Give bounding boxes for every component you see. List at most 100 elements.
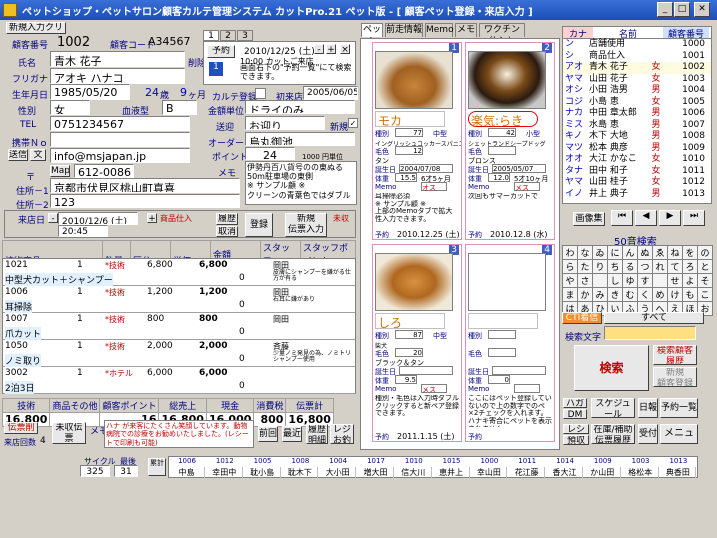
kana-key[interactable]: の (697, 245, 713, 260)
address2-field[interactable]: 123 (50, 194, 240, 208)
pet-reserve[interactable]: 2010.12.8 (水) (490, 229, 548, 240)
menu-button[interactable]: メニュー (660, 424, 698, 444)
pet-tab[interactable]: メモ (455, 23, 477, 37)
customer-code-field[interactable]: A34567 (145, 34, 195, 49)
kana-key[interactable]: む (622, 287, 638, 302)
pet-weight[interactable]: 0 (488, 375, 510, 384)
kana-key[interactable]: め (652, 287, 668, 302)
item-qty[interactable]: 1 (77, 368, 83, 378)
next-button[interactable]: ▶ (659, 210, 681, 226)
visit-next-button[interactable]: + (147, 213, 157, 223)
pet-sex[interactable]: メス (514, 182, 540, 192)
kana-key[interactable] (592, 273, 608, 288)
list-item[interactable]: マツ 松本 典彦 男 1009 (563, 143, 711, 155)
kana-key[interactable]: れ (652, 259, 668, 274)
send-select[interactable]: お迎り (245, 116, 325, 130)
kana-key[interactable]: け (667, 287, 683, 302)
total-button[interactable]: 累計 (148, 458, 166, 476)
address1-field[interactable]: 京都市伏見区桃山町真喜 (50, 178, 240, 193)
maximize-button[interactable]: □ (674, 2, 690, 17)
visit-prev-button[interactable]: - (48, 213, 58, 223)
list-item[interactable]: ナカ 中田 章太郎 男 1006 (563, 108, 711, 120)
first-visit-field[interactable]: 2005/06/05 (303, 86, 358, 100)
staff-code[interactable]: 1015 (434, 457, 470, 465)
item-code[interactable]: 1006 (5, 287, 28, 297)
item-qty[interactable]: 1 (77, 260, 83, 270)
list-item[interactable]: オオ 大江 かなこ 女 1010 (563, 154, 711, 166)
kana-key[interactable]: わ (562, 245, 578, 260)
pet-kind[interactable]: 77 (395, 128, 423, 137)
dm-button[interactable]: DM (563, 409, 587, 419)
item-qty[interactable]: 1 (77, 314, 83, 324)
kana-key[interactable]: ね (667, 245, 683, 260)
last-button[interactable]: ⏭ (683, 210, 705, 226)
reserve-tab-1[interactable]: 1 (203, 30, 219, 41)
reserve-plus-button[interactable]: + (326, 44, 336, 54)
kana-key[interactable]: に (607, 245, 623, 260)
birth-field[interactable]: 1985/05/20 (50, 84, 130, 100)
list-item[interactable]: アオ 青木 花子 女 1002 (563, 62, 711, 74)
stock-history-button[interactable]: 在庫/補助 伝票履歴 (591, 424, 635, 444)
customer-no-field[interactable]: 1002 (54, 34, 94, 50)
pet-color[interactable]: 12 (395, 146, 423, 155)
staff-code[interactable]: 1003 (623, 457, 659, 465)
pet-sex[interactable]: メス (421, 384, 447, 394)
new-customer-button[interactable]: 新規 顧客登録 (653, 367, 697, 387)
mobile-field[interactable] (50, 132, 190, 147)
list-item[interactable]: オシ 小田 浩男 男 1004 (563, 85, 711, 97)
list-item[interactable]: ヤマ 山田 桂子 女 1012 (563, 177, 711, 189)
kana-key[interactable]: く (637, 287, 653, 302)
calendar-icon[interactable]: 1 (209, 62, 223, 76)
cancel-button[interactable]: 取消 (216, 226, 238, 237)
item-qty[interactable]: 1 (77, 287, 83, 297)
pet-name[interactable]: しろ (375, 313, 445, 330)
new-checkbox[interactable]: ✓ (348, 118, 358, 128)
point-field[interactable]: 24 (245, 147, 295, 160)
footer-memo[interactable]: ハナ が来客にたくさん笑顔しています。動物病院での診療をお勧めいたしました。(レ… (104, 420, 254, 448)
staff-name[interactable]: 花江藤 (509, 467, 546, 478)
list-item[interactable]: イノ 井上 典子 男 1013 (563, 189, 711, 201)
item-code[interactable]: 1021 (5, 260, 28, 270)
pet-birth[interactable] (399, 366, 453, 375)
order-field[interactable]: 烏丸御池 (245, 132, 355, 146)
kana-key[interactable]: つ (637, 259, 653, 274)
staff-code[interactable]: 1000 (471, 457, 507, 465)
history-button[interactable]: 履歴 (216, 213, 238, 225)
karte-checkbox[interactable] (255, 88, 266, 99)
list-item[interactable]: コジ 小島 恵 女 1005 (563, 97, 711, 109)
kana-key[interactable]: ま (562, 287, 578, 302)
pet-note[interactable]: 種別・毛色は入力時ダブルクリックすると新ペア登録できます。 (375, 395, 459, 427)
kana-key[interactable]: り (592, 259, 608, 274)
kana-key[interactable]: ぬ (637, 245, 653, 260)
kana-key[interactable]: を (682, 245, 698, 260)
staff-name[interactable]: 中島 (169, 467, 205, 478)
kana-key[interactable]: た (577, 259, 593, 274)
item-qty[interactable]: 1 (77, 341, 83, 351)
staff-code[interactable]: 1004 (320, 457, 356, 465)
pet-name[interactable]: 楽気:らき (468, 111, 538, 128)
search-text-field[interactable] (604, 326, 696, 340)
new-slip-button[interactable]: 新規 伝票入力 (285, 213, 327, 237)
kana-key[interactable]: す (637, 273, 653, 288)
first-button[interactable]: ⏮ (611, 210, 633, 226)
kana-key[interactable]: ろ (682, 259, 698, 274)
search-button[interactable]: 検索 (574, 345, 649, 391)
name-field[interactable]: 青木 花子 (50, 51, 185, 67)
close-button[interactable]: ✕ (694, 2, 710, 17)
kana-key[interactable]: や (562, 273, 578, 288)
image-collection-button[interactable]: 画像集 (573, 212, 605, 226)
kana-key[interactable]: せ (667, 273, 683, 288)
staff-name[interactable]: 耽木下 (282, 467, 319, 478)
postcard-button[interactable]: ハガキ (563, 398, 587, 408)
pet-kind[interactable]: 42 (488, 128, 516, 137)
receipt-button[interactable]: レシート (563, 424, 589, 434)
email-field[interactable]: info@msjapan.jp (50, 148, 190, 163)
item-code[interactable]: 1007 (5, 314, 28, 324)
reservation-list-button[interactable]: 予約一覧 (660, 398, 698, 418)
kana-key[interactable]: こ (697, 287, 713, 302)
pet-tab[interactable]: Memo (425, 23, 454, 37)
slip-delete-button[interactable]: 伝票削除 (4, 422, 38, 434)
blood-select[interactable]: B (162, 100, 197, 115)
mail-send-button[interactable]: 送信 (8, 149, 28, 161)
item-code[interactable]: 3002 (5, 368, 28, 378)
